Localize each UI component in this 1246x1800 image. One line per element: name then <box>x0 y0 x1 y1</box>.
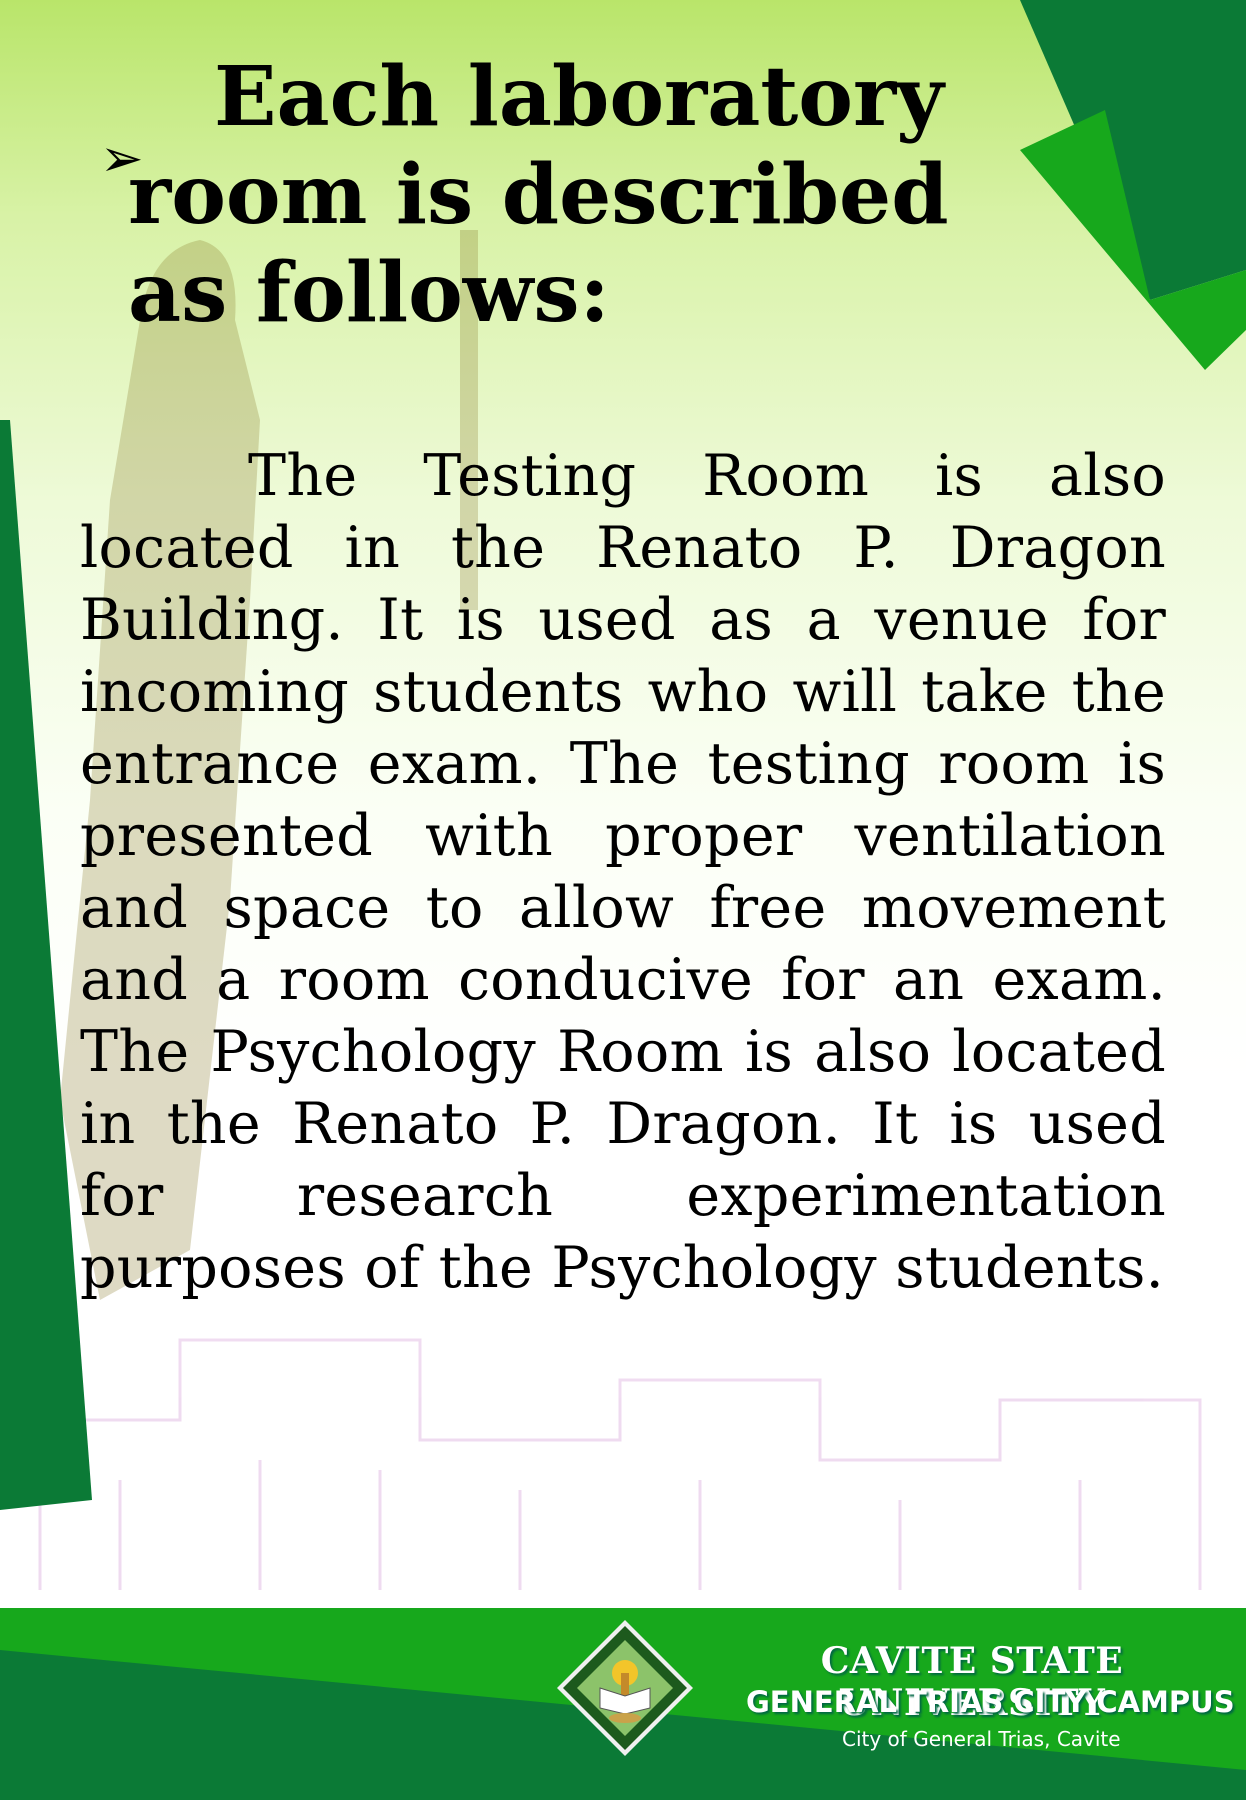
page-title: ➢ Each laboratory room is described as f… <box>50 48 1030 342</box>
body-paragraph: The Testing Room is also located in the … <box>80 443 1166 1301</box>
arrowhead-bullet-icon: ➢ <box>100 129 144 189</box>
university-seal-icon <box>557 1620 693 1756</box>
building-watermark <box>38 1338 1202 1590</box>
campus-name: GENERAL TRIAS CITY CAMPUS <box>746 1685 1235 1719</box>
campus-location: City of General Trias, Cavite <box>842 1727 1121 1751</box>
title-text: Each laboratory room is described as fol… <box>128 49 949 341</box>
